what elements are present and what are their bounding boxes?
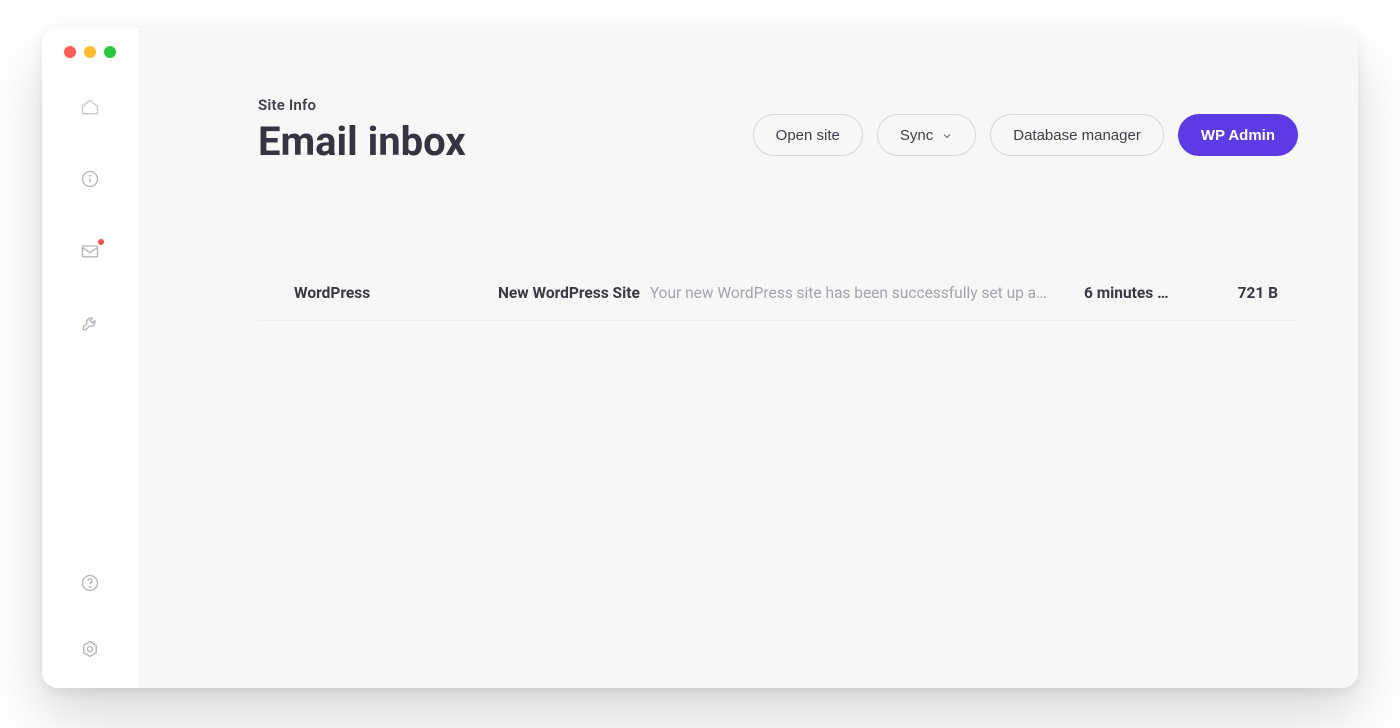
breadcrumb: Site Info	[258, 96, 466, 114]
home-icon	[80, 97, 100, 121]
help-icon	[80, 573, 100, 597]
app-window: Site Info Email inbox Open site Sync Dat…	[42, 28, 1358, 688]
window-controls	[42, 46, 116, 58]
sidebar-item-tools[interactable]	[79, 314, 101, 336]
info-icon	[80, 169, 100, 193]
window-minimize-button[interactable]	[84, 46, 96, 58]
sidebar-item-settings[interactable]	[79, 640, 101, 662]
sidebar-item-home[interactable]	[79, 98, 101, 120]
email-time: 6 minutes …	[1084, 284, 1194, 302]
database-manager-button[interactable]: Database manager	[990, 114, 1164, 156]
email-preview: Your new WordPress site has been success…	[650, 284, 1060, 302]
open-site-button[interactable]: Open site	[753, 114, 863, 156]
email-row[interactable]: WordPress New WordPress Site Your new Wo…	[258, 265, 1298, 320]
window-zoom-button[interactable]	[104, 46, 116, 58]
chevron-down-icon	[941, 129, 953, 141]
title-block: Site Info Email inbox	[258, 96, 466, 165]
email-from: WordPress	[294, 284, 474, 302]
sidebar-item-help[interactable]	[79, 574, 101, 596]
header-actions: Open site Sync Database manager WP Admin	[753, 114, 1298, 156]
window-close-button[interactable]	[64, 46, 76, 58]
sidebar-item-info[interactable]	[79, 170, 101, 192]
email-list: WordPress New WordPress Site Your new Wo…	[258, 265, 1298, 321]
header: Site Info Email inbox Open site Sync Dat…	[258, 96, 1298, 165]
settings-icon	[80, 639, 100, 663]
sync-button-label: Sync	[900, 127, 933, 144]
wp-admin-button[interactable]: WP Admin	[1178, 114, 1298, 156]
sync-button[interactable]: Sync	[877, 114, 976, 156]
email-size: 721 B	[1218, 284, 1278, 302]
email-subject: New WordPress Site	[498, 284, 640, 302]
wrench-icon	[80, 313, 100, 337]
notification-dot-icon	[97, 238, 105, 246]
page-title: Email inbox	[258, 118, 466, 165]
sidebar	[42, 28, 138, 688]
sidebar-item-inbox[interactable]	[79, 242, 101, 264]
sidebar-nav-top	[79, 98, 101, 336]
sidebar-nav-bottom	[79, 574, 101, 668]
main-content: Site Info Email inbox Open site Sync Dat…	[138, 28, 1358, 688]
